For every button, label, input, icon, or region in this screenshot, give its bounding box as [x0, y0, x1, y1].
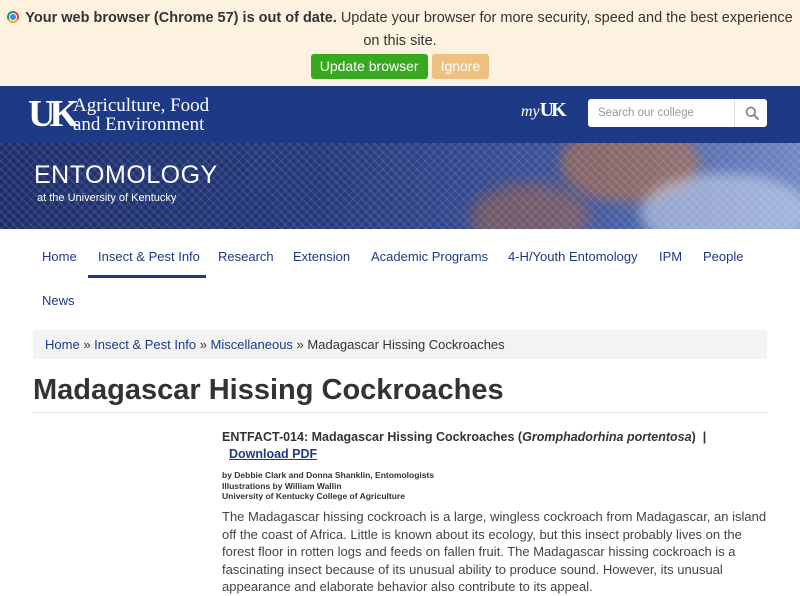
nav-news[interactable]: News — [42, 293, 75, 309]
entfact-pipe: | — [702, 430, 707, 444]
myuk-suffix: UK — [539, 99, 567, 121]
search-button[interactable] — [734, 99, 768, 127]
nav-research[interactable]: Research — [218, 249, 274, 265]
entfact-heading: ENTFACT-014: Madagascar Hissing Cockroac… — [222, 429, 767, 463]
search-input[interactable] — [588, 99, 728, 127]
breadcrumb-home[interactable]: Home — [45, 337, 80, 352]
breadcrumb-separator: » — [199, 337, 207, 352]
search-icon — [745, 106, 759, 120]
title-divider — [33, 412, 767, 413]
update-browser-button[interactable]: Update browser — [310, 54, 428, 79]
entfact-title-close: ) — [691, 430, 696, 444]
nav-insect-pest-info[interactable]: Insect & Pest Info — [98, 249, 200, 265]
nav-people[interactable]: People — [703, 249, 743, 265]
site-header: UK Agriculture, Food and Environment myU… — [0, 86, 800, 143]
breadcrumb-insect-pest-info[interactable]: Insect & Pest Info — [94, 337, 196, 352]
outdated-browser-bold: Your web browser (Chrome 57) is out of d… — [25, 10, 337, 26]
outdated-browser-text: Update your browser for more security, s… — [340, 10, 793, 49]
myuk-prefix: my — [521, 103, 540, 120]
breadcrumb: Home » Insect & Pest Info » Miscellaneou… — [33, 330, 767, 359]
college-name-line2: and Environment — [73, 114, 205, 135]
download-pdf-link[interactable]: Download PDF — [229, 447, 317, 461]
myuk-link[interactable]: myUK — [521, 99, 567, 123]
byline-authors: by Debbie Clark and Donna Shanklin, Ento… — [222, 470, 435, 480]
nav-home[interactable]: Home — [42, 249, 77, 265]
breadcrumb-separator: » — [83, 337, 91, 352]
byline: by Debbie Clark and Donna Shanklin, Ento… — [222, 470, 434, 502]
nav-active-indicator — [88, 275, 206, 278]
breadcrumb-separator: » — [296, 337, 304, 352]
entfact-title: ENTFACT-014: Madagascar Hissing Cockroac… — [222, 430, 523, 444]
college-name[interactable]: Agriculture, Food and Environment — [73, 96, 209, 134]
uk-logo[interactable]: UK — [28, 95, 79, 133]
outdated-browser-message: Your web browser (Chrome 57) is out of d… — [0, 7, 800, 53]
breadcrumb-miscellaneous[interactable]: Miscellaneous — [211, 337, 293, 352]
search-box — [588, 99, 767, 127]
hero-title[interactable]: ENTOMOLOGY — [34, 161, 218, 189]
page-title: Madagascar Hissing Cockroaches — [33, 374, 504, 406]
hero-banner: ENTOMOLOGY at the University of Kentucky — [0, 143, 800, 229]
hero-subtitle: at the University of Kentucky — [37, 192, 177, 204]
outdated-browser-banner: Your web browser (Chrome 57) is out of d… — [0, 0, 800, 86]
entfact-species: Gromphadorhina portentosa — [522, 430, 692, 444]
breadcrumb-current: Madagascar Hissing Cockroaches — [307, 337, 505, 352]
byline-institution: University of Kentucky College of Agricu… — [222, 491, 405, 501]
nav-4h-youth-entomology[interactable]: 4-H/Youth Entomology — [508, 249, 638, 265]
nav-ipm[interactable]: IPM — [659, 249, 682, 265]
chrome-icon — [7, 11, 20, 23]
byline-illustrations: Illustrations by William Wallin — [222, 480, 342, 491]
ignore-button[interactable]: Ignore — [431, 54, 490, 79]
nav-extension[interactable]: Extension — [293, 249, 350, 265]
intro-paragraph: The Madagascar hissing cockroach is a la… — [222, 509, 767, 594]
nav-academic-programs[interactable]: Academic Programs — [371, 249, 488, 265]
college-name-line1: Agriculture, Food — [73, 95, 210, 116]
